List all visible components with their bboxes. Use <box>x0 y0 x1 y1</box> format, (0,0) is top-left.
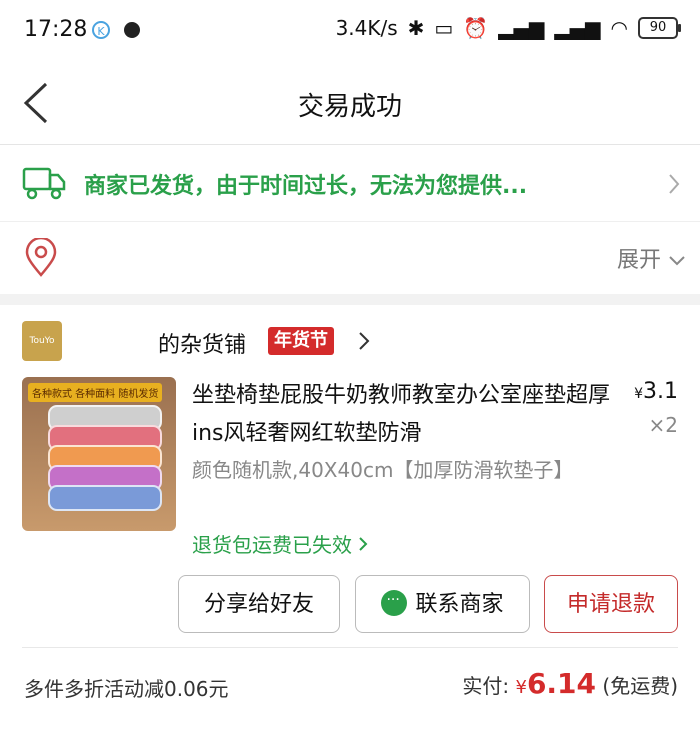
divider <box>22 647 678 648</box>
discount-text: 多件多折活动减0.06元 <box>24 677 229 701</box>
paid-amount: 6.14 <box>526 667 597 700</box>
product-price: ¥3.1 <box>634 379 678 404</box>
shipping-message: 商家已发货，由于时间过长，无法为您提供... <box>84 174 528 199</box>
wifi-icon: ◠ <box>610 16 628 40</box>
page-title: 交易成功 <box>297 92 402 122</box>
net-speed: 3.4K/s <box>335 16 398 40</box>
chevron-down-icon <box>669 256 685 266</box>
k-app-icon: K <box>92 21 110 39</box>
order-card: TouYo 的杂货铺 年货节 各种款式 各种面料 随机发货 坐垫椅垫屁股牛奶教师… <box>0 305 700 731</box>
expand-toggle[interactable]: 展开 <box>617 242 686 274</box>
chat-icon <box>381 571 408 629</box>
bluetooth-icon: ✱ <box>407 16 425 40</box>
contact-label: 联系商家 <box>415 592 504 617</box>
status-bar: 17:28 K 3.4K/s ✱ ▭ ⏰ ▂▄▆ ▂▄▆ ◠ 90 <box>0 0 700 62</box>
product-title[interactable]: 坐垫椅垫屁股牛奶教师教室办公室座垫超厚ins风轻奢网红软垫防滑 <box>192 377 612 453</box>
expand-label: 展开 <box>616 248 661 273</box>
alarm-icon: ⏰ <box>463 16 489 40</box>
product-spec: 颜色随机款,40X40cm【加厚防滑软垫子】 <box>192 458 574 482</box>
title-bar: 交易成功 <box>0 62 700 145</box>
festival-badge: 年货节 <box>268 327 334 355</box>
shop-chevron-right-icon[interactable] <box>358 331 370 351</box>
shipping-status-row[interactable]: 商家已发货，由于时间过长，无法为您提供... <box>0 145 700 221</box>
signal-icon: ▂▄▆ <box>498 16 545 40</box>
battery-icon: 90 <box>638 17 681 39</box>
location-pin-icon <box>25 238 57 277</box>
price-symbol: ¥ <box>634 386 643 402</box>
toggle-icon: ▭ <box>434 16 454 40</box>
status-indicators: 3.4K/s ✱ ▭ ⏰ ▂▄▆ ▂▄▆ ◠ 90 <box>335 16 681 40</box>
signal-icon-2: ▂▄▆ <box>554 16 601 40</box>
product-image[interactable]: 各种款式 各种面料 随机发货 <box>22 377 176 531</box>
status-time: 17:28 <box>24 17 88 42</box>
refund-button[interactable]: 申请退款 <box>544 575 678 633</box>
truck-icon <box>22 167 66 200</box>
price-value: 3.1 <box>643 379 678 404</box>
return-note-label: 退货包运费已失效 <box>192 533 352 557</box>
notification-dot-icon <box>124 22 140 38</box>
address-row[interactable]: 展开 <box>0 221 700 294</box>
paid-label: 实付: <box>462 674 510 698</box>
shipping-note: (免运费) <box>602 674 678 698</box>
paid-total: 实付: ¥6.14 (免运费) <box>462 667 678 700</box>
shop-logo[interactable]: TouYo <box>22 321 62 361</box>
return-note[interactable]: 退货包运费已失效 <box>192 529 368 558</box>
image-banner: 各种款式 各种面料 随机发货 <box>28 383 163 402</box>
product-quantity: ×2 <box>648 413 678 437</box>
paid-symbol: ¥ <box>515 677 527 698</box>
chevron-right-icon <box>359 537 368 551</box>
cushion-blue <box>48 485 162 511</box>
chevron-right-icon <box>669 174 680 194</box>
contact-seller-button[interactable]: 联系商家 <box>355 571 530 633</box>
shop-name[interactable]: 的杂货铺 <box>158 327 246 359</box>
share-button[interactable]: 分享给好友 <box>178 575 340 633</box>
